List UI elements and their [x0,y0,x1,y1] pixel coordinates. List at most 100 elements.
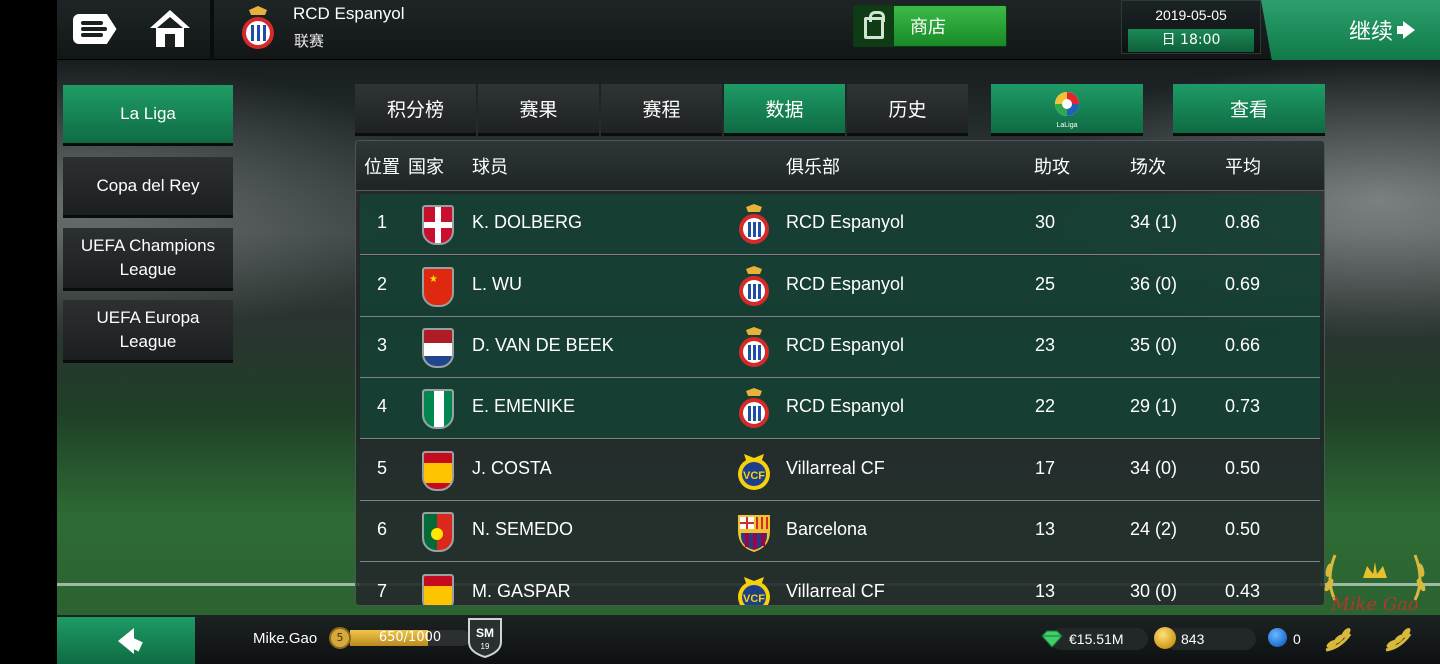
row-club: RCD Espanyol [786,335,905,355]
row-assists: 25 [1035,274,1056,294]
menu-button[interactable] [57,0,132,58]
continue-label: 继续 [1349,20,1394,45]
back-arrow-icon [118,627,134,654]
espanyol-crest-icon [739,327,769,367]
tab-label: 赛程 [642,99,681,121]
xp-progress-bar: 650/1000 [350,630,470,646]
header-assists: 助攻 [1034,157,1070,178]
villarreal-crest-icon: VCF [738,577,770,605]
level-badge: 5 [329,627,351,649]
home-icon [149,10,190,48]
row-club: Villarreal CF [786,458,885,478]
row-assists: 23 [1035,335,1056,355]
xp-text: 650/1000 [378,630,442,645]
shop-button[interactable]: 商店 [853,5,1007,47]
coins-amount: 843 [1181,631,1205,647]
tab-stats[interactable]: 数据 [724,84,845,136]
table-row[interactable]: 1 K. DOLBERG RCD Espanyol 30 34 (1) 0.86 [360,194,1320,255]
tab-history[interactable]: 历史 [847,84,968,136]
current-date: 2019-05-05 [1155,7,1227,23]
row-position: 2 [377,274,388,294]
netherlands-flag-icon [422,328,454,368]
row-position: 3 [377,335,388,355]
row-average: 0.69 [1225,274,1261,294]
table-row[interactable]: 4 E. EMENIKE RCD Espanyol 22 29 (1) 0.73 [360,378,1320,439]
espanyol-crest-icon [242,6,274,49]
table-row[interactable]: 6 N. SEMEDO Barcelona 13 24 (2) 0.50 [360,501,1320,562]
row-assists: 30 [1035,212,1056,232]
spain-flag-icon [422,574,454,605]
espanyol-crest-icon [739,388,769,428]
club-name: RCD Espanyol [293,4,405,23]
nigeria-flag-icon [422,389,454,429]
header-position: 位置 [364,157,400,178]
row-average: 0.43 [1225,581,1261,601]
row-player: E. EMENIKE [472,396,576,416]
continue-button[interactable]: 继续 [1261,0,1440,60]
topbar-divider [210,0,214,60]
table-row[interactable]: 3 D. VAN DE BEEK RCD Espanyol 23 35 (0) … [360,317,1320,378]
laurel-icon[interactable] [1380,624,1428,654]
header-average: 平均 [1225,157,1261,178]
coins-pill [1164,628,1256,650]
china-flag-icon: ★ [422,267,454,307]
table-header: 位置 国家 球员 俱乐部 助攻 场次 平均 [356,141,1324,191]
row-appearances: 29 (1) [1130,396,1178,416]
sidebar-item-champions-league[interactable]: UEFA Champions League [63,228,233,291]
table-row[interactable]: 2 ★ L. WU RCD Espanyol 25 36 (0) 0.69 [360,256,1320,317]
row-club: RCD Espanyol [786,274,905,294]
user-name: Mike.Gao [253,630,318,647]
svg-text:VCF: VCF [743,593,765,605]
tab-fixtures[interactable]: 赛程 [601,84,722,136]
header-club: 俱乐部 [786,157,840,178]
barcelona-crest-icon [738,515,770,552]
tab-label: 积分榜 [386,99,444,121]
row-appearances: 24 (2) [1130,519,1178,539]
denmark-flag-icon [422,205,454,245]
header-appearances: 场次 [1130,157,1166,178]
tab-label: 历史 [888,99,927,121]
view-label: 查看 [1229,99,1268,121]
league-select-button[interactable]: LaLiga [991,84,1143,136]
portugal-flag-icon [422,512,454,552]
row-appearances: 36 (0) [1130,274,1178,294]
sidebar-item-europa-league[interactable]: UEFA Europa League [63,300,233,363]
laurel-icon[interactable] [1320,624,1368,654]
row-position: 6 [377,519,388,539]
table-row[interactable]: 5 J. COSTA VCF Villarreal CF 17 34 (0) 0… [360,440,1320,501]
row-player: M. GASPAR [472,581,571,601]
shopping-bag-icon [854,6,894,46]
tab-results[interactable]: 赛果 [478,84,599,136]
row-appearances: 34 (0) [1130,458,1178,478]
row-appearances: 35 (0) [1130,335,1178,355]
sm-badge-text: SM [476,626,494,640]
arrow-right-icon [1397,21,1416,39]
row-assists: 22 [1035,396,1056,416]
blue-coin-icon [1268,628,1287,647]
menu-icon [72,14,117,44]
row-player: K. DOLBERG [472,212,583,232]
row-club: RCD Espanyol [786,212,905,232]
row-appearances: 30 (0) [1130,581,1178,601]
sidebar-item-label: Copa del Rey [96,176,200,195]
row-average: 0.73 [1225,396,1261,416]
sidebar-item-label: UEFA Champions League [80,236,216,279]
row-appearances: 34 (1) [1130,212,1178,232]
home-button[interactable] [132,0,207,58]
sm19-badge-icon[interactable]: SM 19 [466,616,504,658]
espanyol-crest-icon [739,266,769,306]
back-button[interactable] [57,617,195,664]
row-position: 4 [377,396,388,416]
row-average: 0.50 [1225,519,1261,539]
tab-standings[interactable]: 积分榜 [355,84,476,136]
view-button[interactable]: 查看 [1173,84,1325,136]
laliga-logo-text: LaLiga [1056,122,1077,129]
table-row[interactable]: 7 M. GASPAR VCF Villarreal CF 13 30 (0) … [360,563,1320,605]
watermark-crown-logo: Mike Gao [1324,554,1426,615]
row-position: 7 [377,581,388,601]
gems-amount: 0 [1293,631,1301,647]
row-position: 1 [377,212,388,232]
sidebar-item-la-liga[interactable]: La Liga [63,85,233,146]
sidebar-item-copa-del-rey[interactable]: Copa del Rey [63,157,233,218]
espanyol-crest-icon [739,204,769,244]
